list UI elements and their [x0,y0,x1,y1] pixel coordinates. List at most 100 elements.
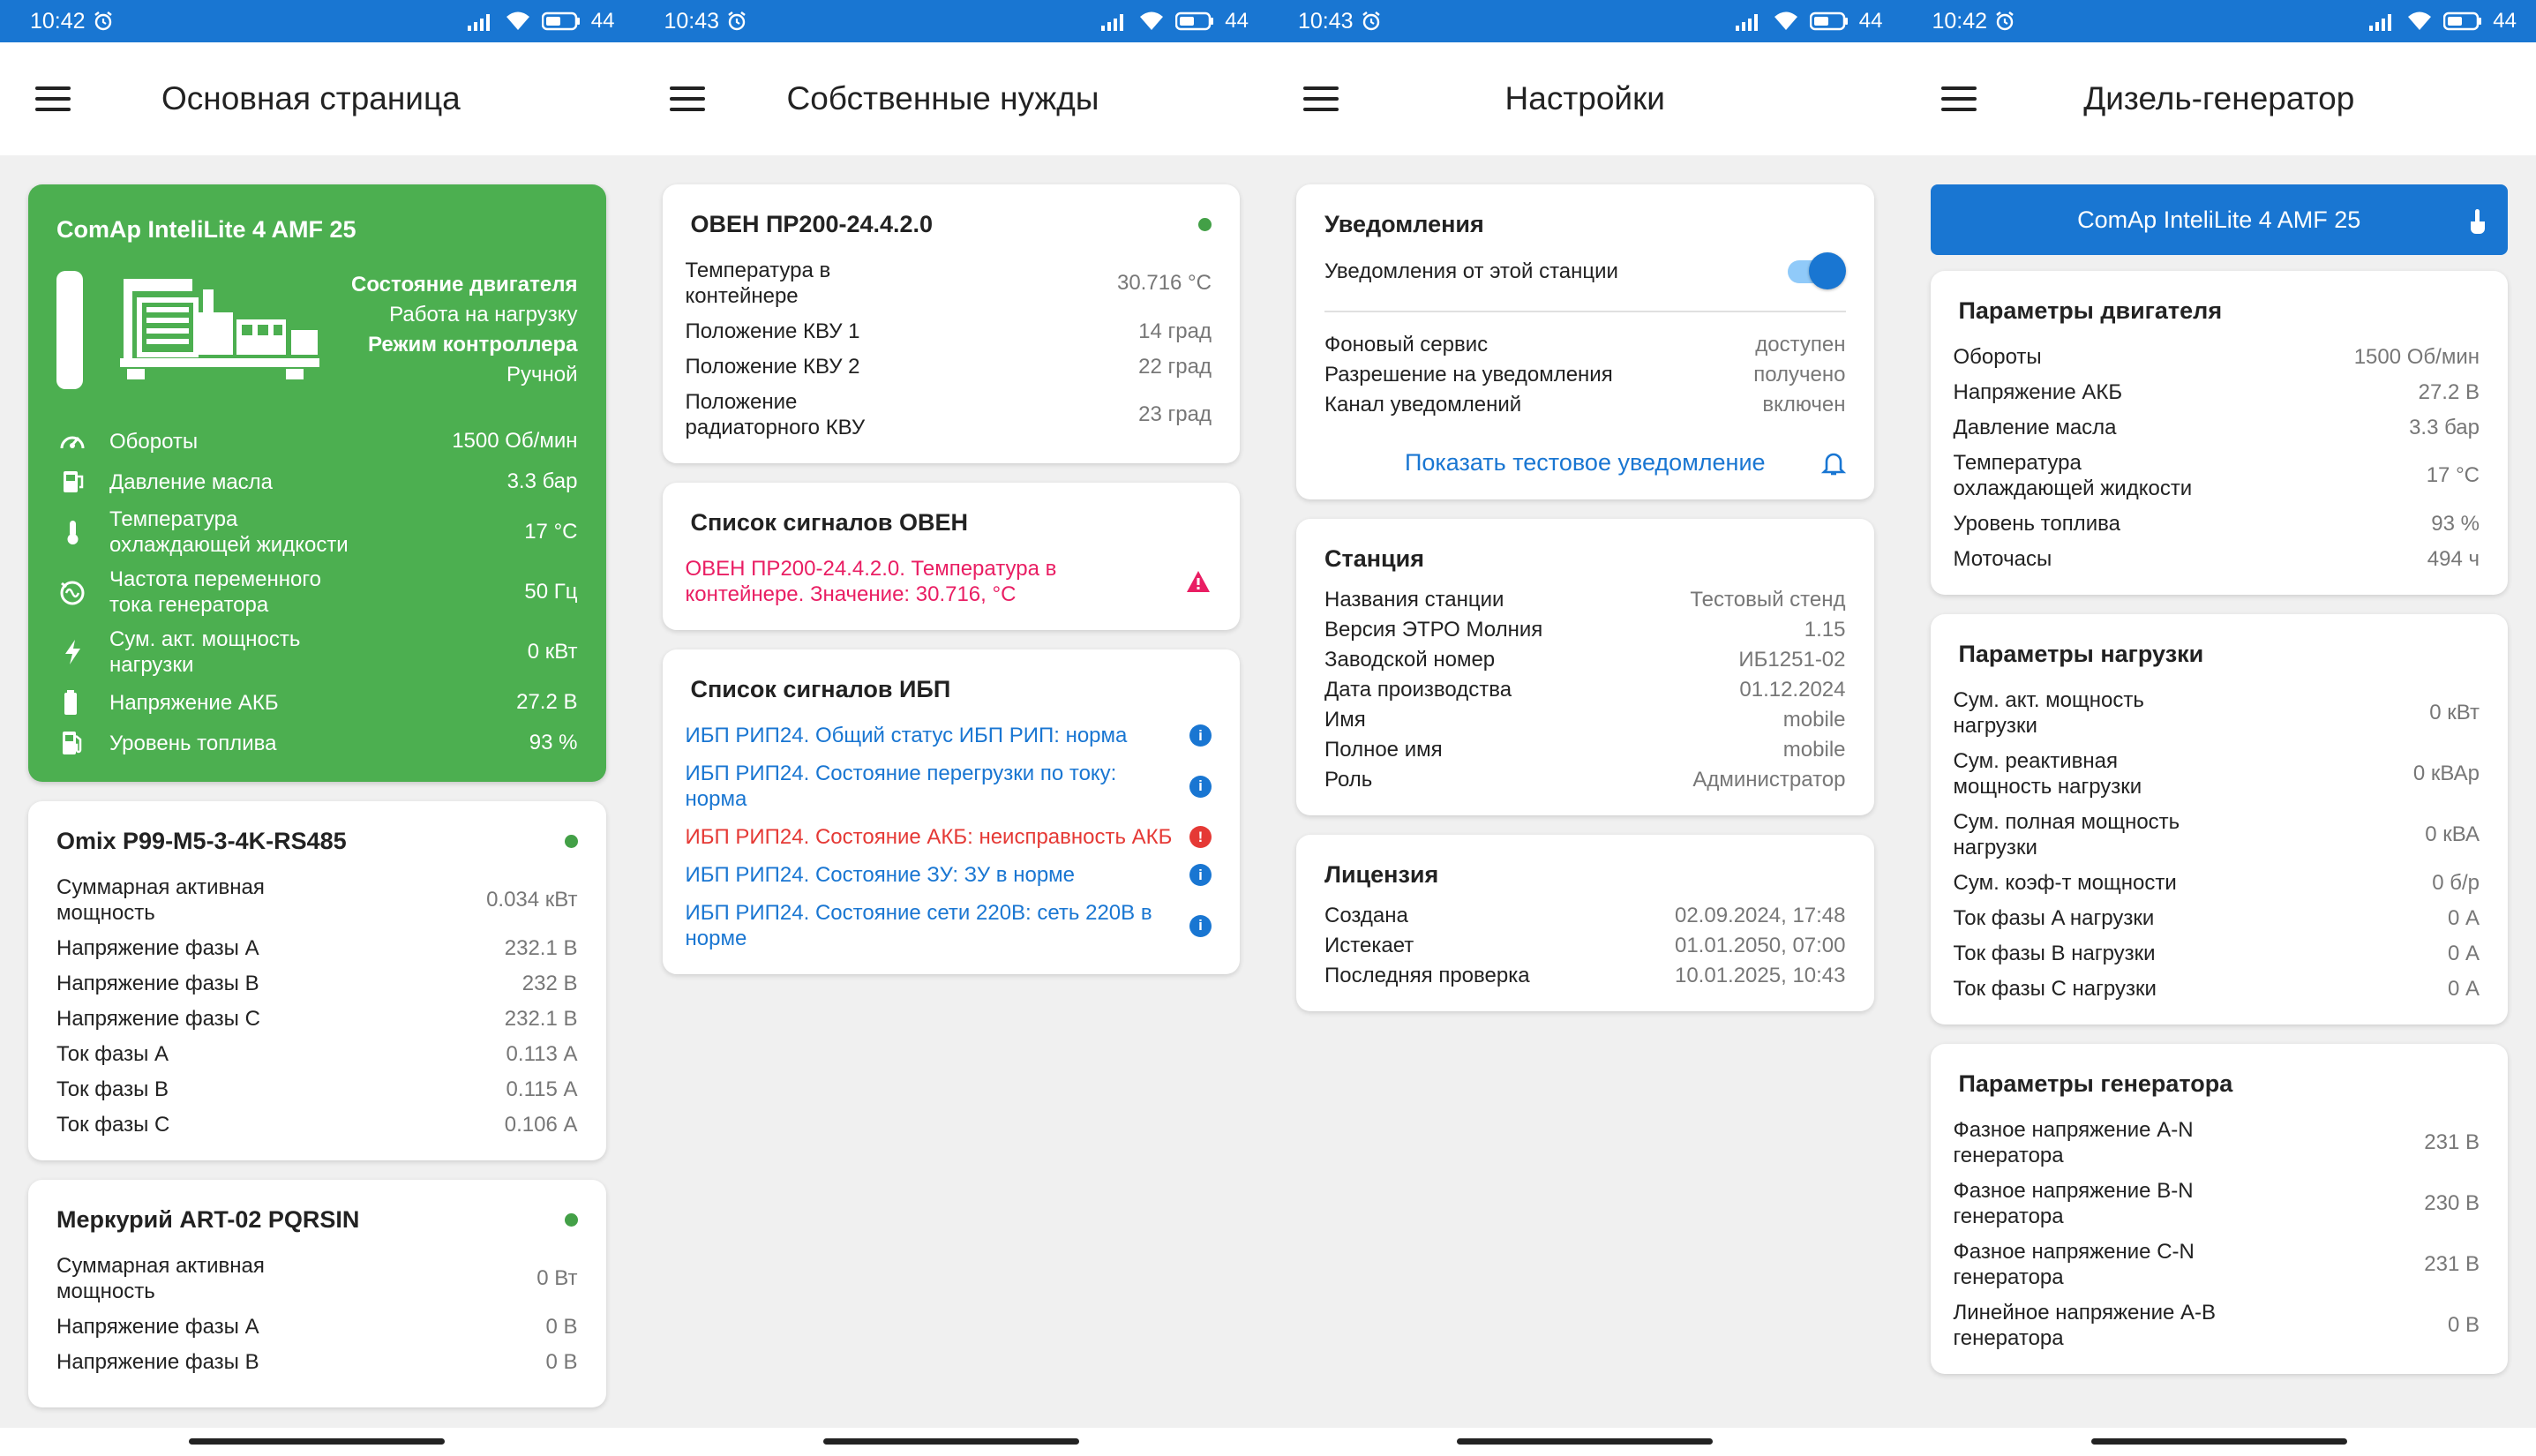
row-value: 231 В [2424,1252,2480,1276]
metric-value: 50 Гц [524,580,578,604]
card-title: Уведомления [1324,211,1484,237]
warning-triangle-icon [1187,571,1210,592]
metric-row: Температура охлаждающей жидкости 17 °C [56,507,578,558]
row-value: 0 А [2447,905,2480,930]
oven-device-card[interactable]: ОВЕН ПР200-24.4.2.0 Температура в контей… [662,184,1240,463]
table-row: Напряжение фазы B 0 В [56,1349,578,1375]
wifi-icon [2408,11,2432,30]
home-gesture-handle[interactable] [1457,1438,1714,1445]
row-value: 10.01.2025, 10:43 [1674,963,1846,987]
status-right: 44 [466,9,615,34]
row-value: mobile [1782,737,1846,762]
comap-summary-card[interactable]: ComAp InteliLite 4 AMF 25 Состояние двиг… [28,184,606,782]
card-title: Станция [1324,545,1424,572]
signal-item[interactable]: ИБП РИП24. Состояние перегрузки по току:… [686,761,1212,812]
generator-illustration-icon [120,279,319,379]
row-label: Полное имя [1324,738,1443,762]
online-status-dot [1198,218,1212,231]
signal-icon [1101,14,1124,31]
row-value: ИБ1251-02 [1738,647,1846,672]
row-value: 0 А [2447,941,2480,965]
notifications-toggle[interactable] [1787,252,1846,289]
table-row: Фоновый сервис доступен [1324,332,1846,357]
status-bar: 10:42 44 [1902,0,2536,42]
metric-value: 0 кВт [527,640,578,664]
row-value: 02.09.2024, 17:48 [1674,903,1846,927]
hamburger-menu-icon[interactable] [1303,86,1339,111]
home-gesture-handle[interactable] [189,1438,446,1445]
fuel-pump-icon [56,727,88,759]
row-value: Тестовый стенд [1690,587,1846,612]
row-value: 30.716 °C [1116,271,1212,295]
wifi-icon [506,11,529,30]
wifi-icon [1140,11,1164,30]
row-label: Положение КВУ 1 [685,319,860,343]
error-icon: ! [1189,826,1212,848]
engine-status-block: Состояние двигателя Работа на нагрузку Р… [321,270,578,390]
page-title: Настройки [1504,80,1665,116]
notification-toggle-row[interactable]: Уведомления от этой станции [1324,252,1846,289]
table-row: Ток фазы B нагрузки 0 А [1954,941,2480,966]
status-bar: 10:43 44 [1268,0,1902,42]
hamburger-menu-icon[interactable] [669,86,705,111]
row-label: Ток фазы B нагрузки [1953,942,2156,965]
mercury-meter-card[interactable]: Меркурий ART-02 PQRSIN Суммарная активна… [28,1180,606,1407]
card-title: Omix P99-M5-3-4K-RS485 [56,828,347,854]
row-value: Администратор [1692,767,1846,792]
card-title: Лицензия [1324,861,1439,888]
table-row: Давление масла 3.3 бар [1954,415,2480,440]
card-header: ОВЕН ПР200-24.4.2.0 [691,211,1212,238]
wifi-icon [1774,11,1797,30]
table-row: Полное имя mobile [1324,737,1846,762]
alarm-clock-icon [94,11,112,31]
test-notification-button[interactable]: Показать тестовое уведомление [1324,449,1846,477]
battery-status-icon [2443,11,2482,31]
hamburger-menu-icon[interactable] [35,86,71,111]
row-label: Сум. акт. мощность нагрузки [1953,688,2144,738]
card-header: Уведомления [1324,211,1846,238]
load-indicator-bar [56,271,83,389]
status-left: 10:42 [30,9,114,34]
home-gesture-handle[interactable] [2090,1438,2347,1445]
row-label: Имя [1324,708,1366,732]
home-gesture-handle[interactable] [822,1438,1079,1445]
signal-item[interactable]: ИБП РИП24. Общий статус ИБП РИП: норма i [686,723,1212,748]
row-value: 0 В [545,1349,578,1374]
metrics-list: Обороты 1500 Об/мин Давление масла 3.3 б… [56,425,578,759]
row-label: Фазное напряжение C-N генератора [1953,1240,2195,1289]
status-bar: 10:43 44 [634,0,1268,42]
info-icon: i [1189,914,1212,937]
battery-percent: 44 [590,9,615,33]
hamburger-menu-icon[interactable] [1940,86,1977,111]
row-value: 17 °C [2426,463,2480,487]
row-label: Канал уведомлений [1324,393,1522,417]
speedometer-icon [56,425,88,457]
metric-row: Сум. акт. мощность нагрузки 0 кВт [56,627,578,678]
row-label: Уровень топлива [1953,512,2120,536]
row-value: mobile [1782,707,1846,732]
tap-hand-icon [2471,209,2485,234]
signal-item[interactable]: ИБП РИП24. Состояние АКБ: неисправность … [686,824,1212,850]
row-value: включен [1762,392,1846,417]
battery-percent: 44 [2493,9,2517,33]
card-header: Меркурий ART-02 PQRSIN [56,1206,578,1234]
signal-icon [467,14,490,31]
table-row: Ток фазы C нагрузки 0 А [1954,976,2480,1002]
card-header: Лицензия [1324,861,1846,889]
row-label: Напряжение фазы A [56,1315,259,1339]
row-label: Версия ЭТРО Молния [1324,618,1543,642]
table-row: Сум. акт. мощность нагрузки 0 кВт [1954,687,2480,739]
test-notification-link[interactable]: Показать тестовое уведомление [1405,449,1766,477]
device-select-button[interactable]: ComAp InteliLite 4 AMF 25 [1930,184,2508,255]
row-value: доступен [1755,332,1846,356]
signal-item[interactable]: ОВЕН ПР200-24.4.2.0. Температура в конте… [686,556,1212,607]
table-row: Температура в контейнере 30.716 °C [686,258,1212,309]
omix-meter-card[interactable]: Omix P99-M5-3-4K-RS485 Суммарная активна… [28,801,606,1160]
signal-item[interactable]: ИБП РИП24. Состояние ЗУ: ЗУ в норме i [686,862,1212,888]
bell-icon [1820,453,1846,475]
signal-item[interactable]: ИБП РИП24. Состояние сети 220В: сеть 220… [686,900,1212,951]
signal-text: ИБП РИП24. Состояние АКБ: неисправность … [685,825,1173,849]
table-row: Ток фазы C 0.106 А [56,1112,578,1137]
battery-status-icon [1809,11,1848,31]
notifications-card: Уведомления Уведомления от этой станции … [1296,184,1874,499]
